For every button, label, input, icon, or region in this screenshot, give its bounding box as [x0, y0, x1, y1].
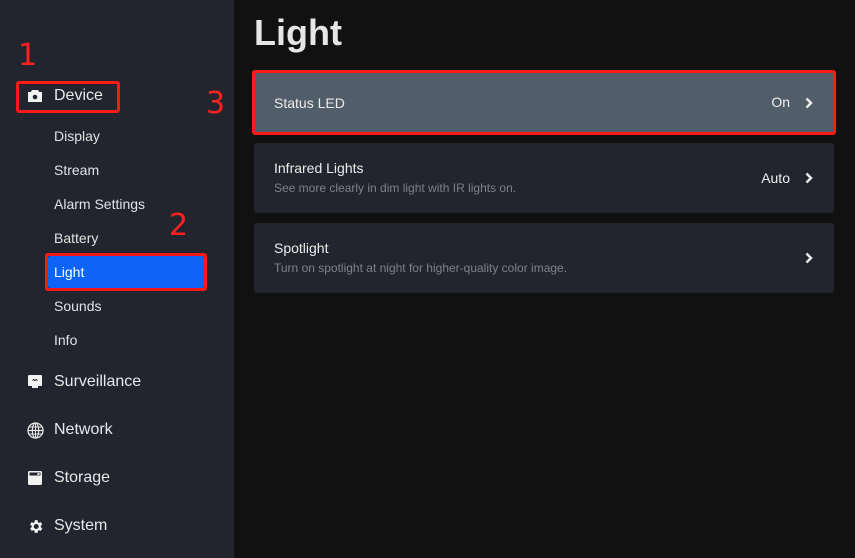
- sidebar-item-display[interactable]: Display: [54, 128, 100, 144]
- setting-value: Auto: [761, 170, 790, 186]
- sidebar-item-light[interactable]: Light: [48, 256, 204, 288]
- sidebar-section-system[interactable]: System: [26, 514, 107, 538]
- chevron-right-icon: [805, 252, 813, 264]
- monitor-icon: [26, 373, 44, 391]
- setting-value: On: [771, 94, 790, 110]
- camera-icon: [26, 87, 44, 105]
- page-title: Light: [254, 12, 342, 53]
- sidebar-item-stream[interactable]: Stream: [54, 162, 99, 178]
- sidebar-section-surveillance[interactable]: Surveillance: [26, 370, 141, 394]
- chevron-right-icon: [805, 97, 813, 109]
- setting-infrared-lights[interactable]: Infrared Lights See more clearly in dim …: [254, 143, 834, 213]
- sidebar-item-alarm-settings[interactable]: Alarm Settings: [54, 196, 145, 212]
- sidebar-section-label: Storage: [54, 469, 111, 486]
- sidebar-item-sounds[interactable]: Sounds: [54, 298, 101, 314]
- chevron-right-icon: [805, 172, 813, 184]
- annotation-number-1: 1: [18, 38, 38, 73]
- sidebar: Device Display Stream Alarm Settings Bat…: [0, 0, 234, 558]
- sidebar-section-device[interactable]: Device: [26, 84, 103, 108]
- annotation-number-3: 3: [206, 86, 226, 121]
- gear-icon: [26, 517, 44, 535]
- setting-description: Turn on spotlight at night for higher-qu…: [274, 261, 568, 275]
- sidebar-section-storage[interactable]: Storage: [26, 466, 110, 490]
- setting-spotlight[interactable]: Spotlight Turn on spotlight at night for…: [254, 223, 834, 293]
- sidebar-item-info[interactable]: Info: [54, 332, 77, 348]
- setting-description: See more clearly in dim light with IR li…: [274, 181, 517, 195]
- setting-title: Spotlight: [274, 240, 329, 256]
- sidebar-section-network[interactable]: Network: [26, 418, 113, 442]
- setting-title: Status LED: [274, 95, 345, 111]
- sidebar-section-label: Network: [54, 421, 113, 438]
- main-content: Light Status LED On Infrared Lights See …: [234, 0, 855, 558]
- sidebar-section-label: Device: [54, 87, 103, 104]
- sidebar-item-battery[interactable]: Battery: [54, 230, 98, 246]
- sidebar-section-label: System: [54, 517, 108, 534]
- setting-title: Infrared Lights: [274, 160, 364, 176]
- setting-status-led[interactable]: Status LED On: [254, 72, 834, 134]
- globe-icon: [26, 421, 44, 439]
- annotation-number-2: 2: [169, 208, 189, 243]
- sidebar-section-label: Surveillance: [54, 373, 142, 390]
- storage-icon: [26, 469, 44, 487]
